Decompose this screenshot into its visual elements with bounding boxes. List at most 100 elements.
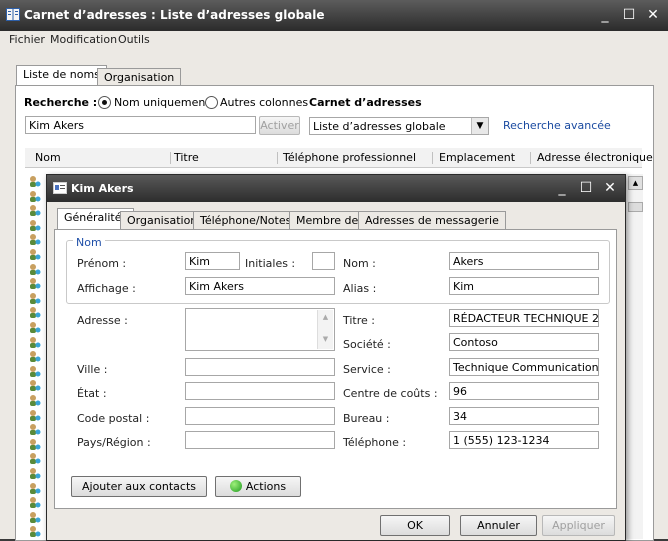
menu-outils[interactable]: Outils <box>118 33 150 46</box>
cancel-button[interactable]: Annuler <box>460 515 537 536</box>
dialog-minimize-icon[interactable]: _ <box>552 178 572 198</box>
contact-icon <box>30 380 41 391</box>
phone-field[interactable]: 1 (555) 123-1234 <box>449 431 599 449</box>
country-label: Pays/Région : <box>77 436 151 449</box>
contact-icon <box>30 526 41 537</box>
address-scroll-down-icon[interactable]: ▼ <box>318 335 333 343</box>
country-field[interactable] <box>185 431 335 449</box>
maximize-icon[interactable]: ☐ <box>619 5 639 25</box>
contact-icon <box>30 483 41 494</box>
contact-icon <box>30 293 41 304</box>
state-label: État : <box>77 387 107 400</box>
contact-icon <box>30 264 41 275</box>
contact-icon <box>30 410 41 421</box>
contact-icon <box>30 322 41 333</box>
department-label: Service : <box>343 363 391 376</box>
dialog-maximize-icon[interactable]: ☐ <box>576 178 596 198</box>
office-label: Bureau : <box>343 412 390 425</box>
phone-label: Téléphone : <box>343 436 407 449</box>
address-book-icon <box>6 8 20 21</box>
column-business-phone[interactable]: Téléphone professionnel <box>283 148 416 167</box>
add-to-contacts-button[interactable]: Ajouter aux contacts <box>71 476 207 497</box>
contact-icon <box>30 234 41 245</box>
advanced-search-link[interactable]: Recherche avancée <box>503 119 611 132</box>
search-input[interactable]: Kim Akers <box>25 116 256 134</box>
contact-icon <box>30 278 41 289</box>
list-scrollbar[interactable]: ▲ <box>625 174 643 539</box>
contact-icon <box>30 249 41 260</box>
cost-center-label: Centre de coûts : <box>343 387 438 400</box>
alias-label: Alias : <box>343 282 377 295</box>
contact-icon <box>30 512 41 523</box>
address-book-select[interactable]: Liste d’adresses globale <box>309 117 489 135</box>
company-field[interactable]: Contoso <box>449 333 599 351</box>
column-title[interactable]: Titre <box>174 148 199 167</box>
minimize-icon[interactable]: _ <box>595 5 615 25</box>
actions-button[interactable]: Actions <box>215 476 301 497</box>
address-field[interactable] <box>185 308 335 351</box>
contact-icon <box>30 453 41 464</box>
scroll-thumb[interactable] <box>628 202 643 212</box>
job-title-field[interactable]: RÉDACTEUR TECHNIQUE 2 <box>449 309 599 327</box>
first-name-field[interactable]: Kim <box>185 252 240 270</box>
state-field[interactable] <box>185 382 335 400</box>
menu-fichier[interactable]: Fichier <box>9 33 45 46</box>
contact-card-icon <box>53 182 67 194</box>
contact-icon <box>30 424 41 435</box>
ok-button[interactable]: OK <box>380 515 450 536</box>
initials-label: Initiales : <box>245 257 296 270</box>
contact-icon <box>30 191 41 202</box>
city-label: Ville : <box>77 363 108 376</box>
zip-field[interactable] <box>185 407 335 425</box>
contact-icon <box>30 366 41 377</box>
window-title: Carnet d’adresses : Liste d’adresses glo… <box>24 8 325 22</box>
dtab-email-addresses[interactable]: Adresses de messagerie <box>358 211 506 230</box>
dtab-organisation[interactable]: Organisation <box>120 211 205 230</box>
display-name-field[interactable]: Kim Akers <box>185 277 335 295</box>
last-name-field[interactable]: Akers <box>449 252 599 270</box>
contact-icon <box>30 176 41 187</box>
address-book-label: Carnet d’adresses <box>309 96 422 109</box>
display-name-label: Affichage : <box>77 282 136 295</box>
dialog-title-bar: Kim Akers _ ☐ ✕ <box>47 175 625 202</box>
tab-liste-de-noms[interactable]: Liste de noms <box>16 65 107 87</box>
alias-field[interactable]: Kim <box>449 277 599 295</box>
contact-icon <box>30 205 41 216</box>
address-scrollbar[interactable]: ▲ ▼ <box>317 310 333 349</box>
contact-icon <box>30 337 41 348</box>
contact-icon <box>30 307 41 318</box>
address-book-window: Carnet d’adresses : Liste d’adresses glo… <box>0 0 668 541</box>
company-label: Société : <box>343 338 391 351</box>
radio-more-columns-label[interactable]: Autres colonnes <box>220 96 308 109</box>
column-name[interactable]: Nom <box>35 148 61 167</box>
department-field[interactable]: Technique Communication <box>449 358 599 376</box>
column-location[interactable]: Emplacement <box>439 148 515 167</box>
address-scroll-up-icon[interactable]: ▲ <box>318 313 333 321</box>
cost-center-field[interactable]: 96 <box>449 382 599 400</box>
close-icon[interactable]: ✕ <box>643 5 663 25</box>
contact-icon <box>30 395 41 406</box>
initials-field[interactable] <box>312 252 335 270</box>
apply-button[interactable]: Appliquer <box>542 515 615 536</box>
dtab-member-of[interactable]: Membre de <box>289 211 366 230</box>
office-field[interactable]: 34 <box>449 407 599 425</box>
radio-more-columns[interactable] <box>205 96 218 109</box>
scroll-up-icon[interactable]: ▲ <box>628 176 643 190</box>
actions-button-label: Actions <box>245 480 287 493</box>
column-header-row: Nom Titre Téléphone professionnel Emplac… <box>25 148 653 168</box>
chevron-down-icon[interactable]: ▼ <box>471 118 488 134</box>
radio-name-only[interactable] <box>98 96 111 109</box>
radio-name-only-label[interactable]: Nom uniquement <box>114 96 210 109</box>
menu-modification[interactable]: Modification <box>50 33 117 46</box>
first-name-label: Prénom : <box>77 257 127 270</box>
dtab-phone-notes[interactable]: Téléphone/Notes <box>193 211 299 230</box>
address-label: Adresse : <box>77 314 128 327</box>
contact-icon <box>30 468 41 479</box>
go-button[interactable]: Activer <box>259 116 300 135</box>
contact-properties-dialog: Kim Akers _ ☐ ✕ Généralités Organisation… <box>46 174 626 541</box>
contact-icon <box>30 439 41 450</box>
contact-icon <box>30 351 41 362</box>
column-email[interactable]: Adresse électronique <box>537 148 653 167</box>
dialog-close-icon[interactable]: ✕ <box>600 178 620 198</box>
city-field[interactable] <box>185 358 335 376</box>
